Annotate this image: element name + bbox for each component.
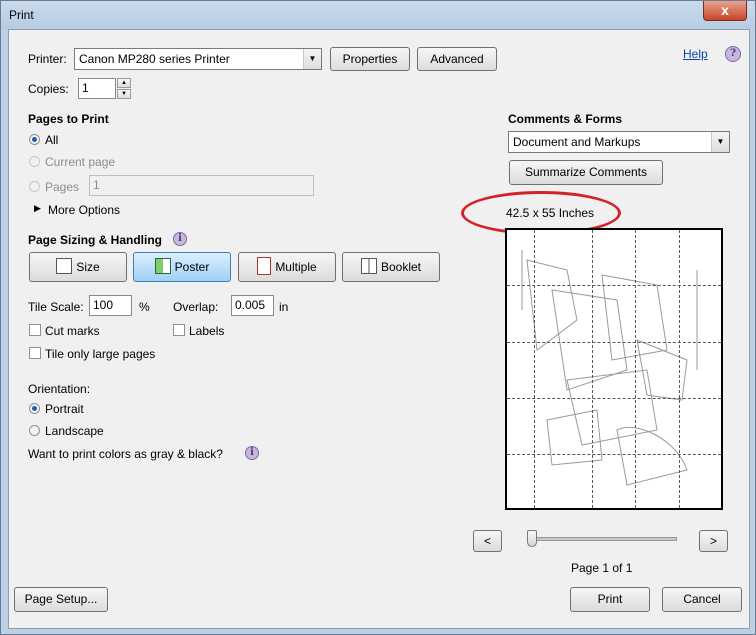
tile-divider	[507, 398, 721, 399]
poster-icon	[154, 258, 171, 274]
tab-multiple-label: Multiple	[275, 260, 317, 274]
printer-label: Printer:	[28, 52, 67, 66]
more-options-toggle[interactable]: More Options	[48, 203, 120, 217]
print-button[interactable]: Print	[570, 587, 650, 612]
cut-marks-checkbox[interactable]	[29, 324, 41, 336]
orientation-heading: Orientation:	[28, 382, 91, 396]
landscape-radio[interactable]	[29, 425, 40, 436]
tab-size[interactable]: Size	[29, 252, 127, 282]
tab-size-label: Size	[76, 260, 100, 274]
all-radio[interactable]	[29, 134, 40, 145]
summarize-comments-button[interactable]: Summarize Comments	[509, 160, 663, 185]
close-button[interactable]: x	[703, 1, 747, 21]
size-icon	[56, 258, 73, 274]
tab-poster-label: Poster	[174, 260, 210, 274]
tab-multiple[interactable]: Multiple	[238, 252, 336, 282]
page-slider-track[interactable]	[530, 537, 677, 541]
cancel-button[interactable]: Cancel	[662, 587, 742, 612]
labels-label: Labels	[189, 324, 225, 338]
comments-forms-select[interactable]: Document and Markups ▼	[508, 131, 730, 153]
overlap-label: Overlap:	[173, 300, 219, 314]
help-link[interactable]: Help	[683, 47, 708, 61]
copies-input[interactable]: 1	[78, 78, 116, 99]
tile-large-pages-checkbox[interactable]	[29, 347, 41, 359]
tile-divider	[507, 285, 721, 286]
pages-range-input[interactable]: 1	[89, 175, 314, 196]
labels-checkbox[interactable]	[173, 324, 185, 336]
cut-marks-label: Cut marks	[45, 324, 100, 338]
info-icon[interactable]: i	[173, 232, 187, 246]
current-page-radio[interactable]	[29, 156, 40, 167]
help-icon[interactable]: ?	[725, 46, 741, 62]
tab-booklet[interactable]: Booklet	[342, 252, 440, 282]
drawing-preview	[521, 250, 698, 486]
portrait-label: Portrait	[45, 402, 84, 416]
chevron-down-icon: ▼	[711, 132, 729, 152]
percent-label: %	[139, 300, 150, 314]
tab-booklet-label: Booklet	[380, 260, 422, 274]
comments-forms-heading: Comments & Forms	[508, 112, 623, 126]
tile-divider	[507, 342, 721, 343]
tile-divider	[635, 230, 636, 508]
multiple-icon	[257, 257, 272, 275]
tab-poster[interactable]: Poster	[133, 252, 231, 282]
title-bar: Print x	[1, 1, 755, 29]
advanced-button[interactable]: Advanced	[417, 47, 497, 71]
page-sizing-heading: Page Sizing & Handling	[28, 233, 163, 247]
tile-divider	[679, 230, 680, 508]
expand-triangle-icon[interactable]: ▶	[34, 203, 41, 214]
print-dialog: Print x Help ? Printer: Canon MP280 seri…	[0, 0, 756, 635]
copies-up-arrow-icon[interactable]: ▲	[117, 78, 131, 88]
next-page-button[interactable]: >	[699, 530, 728, 552]
properties-button[interactable]: Properties	[330, 47, 410, 71]
copies-label: Copies:	[28, 82, 69, 96]
pages-radio[interactable]	[29, 181, 40, 192]
all-radio-label: All	[45, 133, 59, 147]
gray-black-question: Want to print colors as gray & black?	[28, 447, 223, 461]
prev-page-button[interactable]: <	[473, 530, 502, 552]
tile-scale-label: Tile Scale:	[28, 300, 84, 314]
overlap-input[interactable]: 0.005	[231, 295, 274, 316]
tile-divider	[534, 230, 535, 508]
portrait-radio[interactable]	[29, 403, 40, 414]
printer-value: Canon MP280 series Printer	[79, 52, 230, 66]
overlap-unit-label: in	[279, 300, 289, 314]
tile-divider	[592, 230, 593, 508]
printer-select[interactable]: Canon MP280 series Printer ▼	[74, 48, 322, 70]
dialog-body: Help ? Printer: Canon MP280 series Print…	[8, 29, 750, 629]
landscape-label: Landscape	[45, 424, 104, 438]
chevron-down-icon: ▼	[303, 49, 321, 69]
comments-forms-value: Document and Markups	[513, 135, 641, 149]
pages-to-print-heading: Pages to Print	[28, 112, 109, 126]
tile-divider	[507, 454, 721, 455]
print-preview	[505, 228, 723, 510]
tile-large-pages-label: Tile only large pages	[45, 347, 156, 361]
tile-scale-input[interactable]: 100	[89, 295, 132, 316]
page-indicator: Page 1 of 1	[571, 561, 633, 575]
copies-down-arrow-icon[interactable]: ▼	[117, 89, 131, 99]
info-icon[interactable]: i	[245, 446, 259, 460]
page-setup-button[interactable]: Page Setup...	[14, 587, 108, 612]
pages-label: Pages	[45, 180, 80, 194]
current-page-label: Current page	[45, 155, 116, 169]
booklet-icon	[360, 258, 377, 274]
page-slider-thumb[interactable]	[527, 530, 537, 547]
window-title: Print	[9, 8, 34, 22]
